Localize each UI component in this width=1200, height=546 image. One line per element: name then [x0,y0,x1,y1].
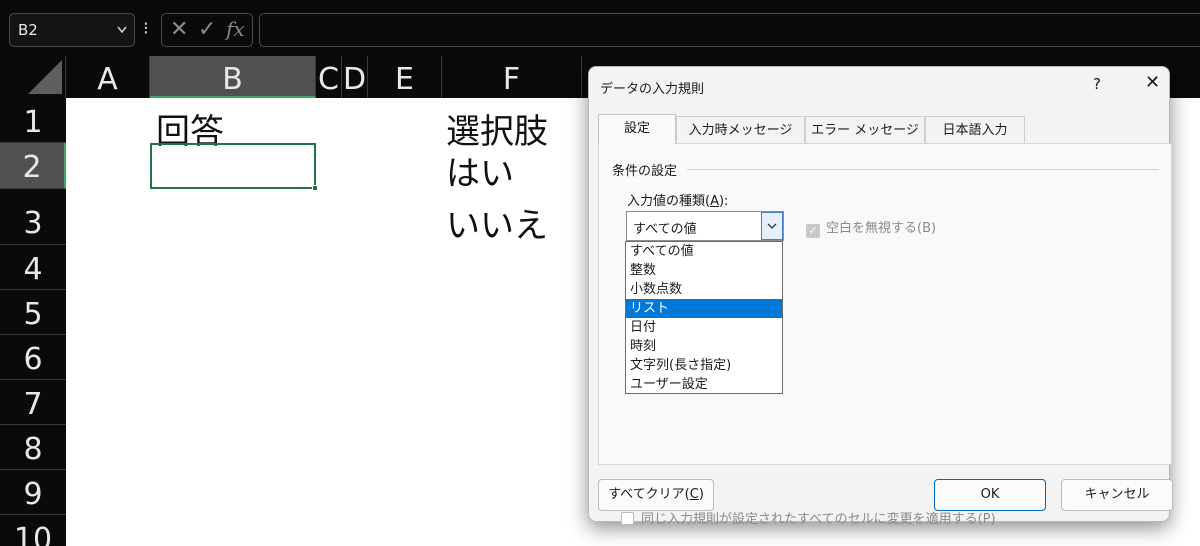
allow-type-value: すべての値 [633,222,697,237]
list-item[interactable]: 文字列(長さ指定) [626,356,782,375]
list-item[interactable]: 日付 [626,318,782,337]
ignore-blank-checkbox[interactable]: ✓ 空白を無視する(B) [806,217,936,238]
list-item[interactable]: ユーザー設定 [626,375,782,394]
row-header-10[interactable]: 10 [0,515,66,546]
formula-buttons: ✕ ✓ fx [161,13,253,47]
row-header-8[interactable]: 8 [0,425,66,470]
column-header-e[interactable]: E [368,56,442,98]
column-header-a[interactable]: A [66,56,150,98]
ok-button[interactable]: OK [934,479,1046,511]
allow-type-listbox[interactable]: すべての値 整数 小数点数 リスト 日付 時刻 文字列(長さ指定) ユーザー設定 [625,241,783,394]
cell-f3[interactable]: いいえ [446,198,548,247]
name-box-value: B2 [18,21,38,39]
row-header-1[interactable]: 1 [0,98,66,143]
column-header-f[interactable]: F [442,56,582,98]
column-header-d[interactable]: D [342,56,368,98]
list-item[interactable]: すべての値 [626,242,782,261]
list-item-selected[interactable]: リスト [626,299,782,318]
tab-input-message[interactable]: 入力時メッセージ [676,116,805,144]
active-cell-b2[interactable] [150,143,318,191]
list-item[interactable]: 整数 [626,261,782,280]
row-header-4[interactable]: 4 [0,245,66,290]
cancel-button[interactable]: キャンセル [1061,479,1173,511]
fill-handle[interactable] [312,185,318,191]
list-item[interactable]: 時刻 [626,337,782,356]
checkbox-box [621,512,634,525]
column-header-b[interactable]: B [150,56,316,98]
chevron-down-icon[interactable] [116,14,128,58]
formula-bar: B2 ⁝ ✕ ✓ fx [0,0,1200,56]
tab-settings[interactable]: 設定 [598,114,676,144]
dialog-title: データの入力規則 [600,82,705,97]
formula-input[interactable] [259,13,1200,47]
row-header-5[interactable]: 5 [0,290,66,335]
cell-f2[interactable]: はい [446,146,514,195]
close-button[interactable]: ✕ [1145,72,1160,93]
row-header-7[interactable]: 7 [0,380,66,425]
data-validation-dialog: データの入力規則 ? ✕ 設定 入力時メッセージ エラー メッセージ 日本語入力… [588,66,1173,527]
cancel-icon[interactable]: ✕ [170,17,188,42]
row-header-2[interactable]: 2 [0,143,66,189]
column-header-c[interactable]: C [316,56,342,98]
help-button[interactable]: ? [1093,75,1101,93]
select-all-button[interactable] [0,56,66,98]
allow-type-dropdown[interactable]: すべての値 [626,211,784,241]
row-header-3[interactable]: 3 [0,189,66,245]
enter-icon[interactable]: ✓ [198,17,216,42]
excel-window: B2 ⁝ ✕ ✓ fx A B C D E F 1 2 3 4 5 6 7 8 … [0,0,1200,546]
criteria-group-title: 条件の設定 [612,160,684,179]
tab-error-message[interactable]: エラー メッセージ [805,116,925,144]
name-box[interactable]: B2 [9,13,135,47]
group-divider [687,169,1159,170]
allow-type-label: 入力値の種類(A): [627,194,729,209]
tab-japanese-input[interactable]: 日本語入力 [925,116,1025,144]
more-options-icon[interactable]: ⁝ [143,14,149,44]
insert-function-icon[interactable]: fx [226,17,245,41]
list-item[interactable]: 小数点数 [626,280,782,299]
chevron-down-icon[interactable] [761,212,783,240]
check-icon: ✓ [806,224,820,238]
row-header-9[interactable]: 9 [0,470,66,515]
clear-all-button[interactable]: すべてクリア(C) [598,479,714,511]
row-header-6[interactable]: 6 [0,335,66,380]
